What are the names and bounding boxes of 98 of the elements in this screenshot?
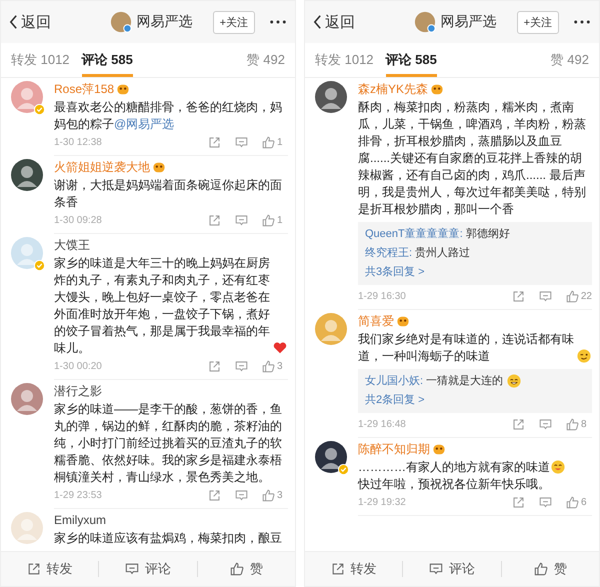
share-icon[interactable] [512,496,525,508]
comment-icon [124,562,139,576]
thumbs-up-icon[interactable] [262,136,275,148]
more-icon[interactable] [573,19,591,25]
action-button[interactable]: 评论 [99,559,197,579]
reply-text: 一猜就是大连的 [426,374,504,389]
reply-user[interactable]: QueenT童童童童童: [365,226,463,243]
comment-icon[interactable] [538,290,552,302]
like-count: 3 [277,490,283,500]
tab[interactable]: 评论 585 [386,43,437,77]
badge-icon [153,162,165,172]
follow-button[interactable]: +关注 [212,10,255,34]
comment-icon[interactable] [539,496,552,508]
comment-time: 1-30 00:20 [54,360,102,372]
like-count: 1 [277,214,283,226]
like-count: 6 [581,496,587,508]
smile-emoji-icon [551,460,565,474]
thumbs-up-icon[interactable] [262,488,275,502]
comment-icon[interactable] [235,136,248,148]
avatar[interactable] [315,81,347,113]
comment-text: 快过年啦，预祝祝各位新年快乐哦。 [358,476,550,493]
back-button[interactable]: 返回 [313,12,355,32]
account-name: 网易严选 [136,13,193,31]
user-name[interactable]: 潜行之影 [54,382,102,400]
user-name[interactable]: Emilyxum [54,513,106,527]
more-icon[interactable] [269,19,287,25]
action-button[interactable]: 赞 [502,559,599,579]
back-button[interactable]: 返回 [9,12,51,32]
comment-text: 谢谢，大抵是妈妈端着面条碗逗你起床的面条香 [54,177,283,211]
mention-link[interactable]: @网易严选 [114,117,174,131]
share-icon[interactable] [512,418,525,430]
like-count: 22 [580,290,592,302]
comment-text: 最喜欢老公的糖醋排骨，爸爸的红烧肉，妈妈包的粽子@网易严选 [54,99,283,133]
badge-icon [431,84,444,94]
action-button[interactable]: 转发 [1,559,98,579]
comment-time: 1-29 19:32 [358,496,406,508]
reply-user[interactable]: 终究程王: [365,245,412,262]
account-avatar [110,11,132,33]
comment-text: …………有家人的地方就有家的味道 [358,459,550,476]
tab[interactable]: 转发 1012 [315,43,374,77]
account-name: 网易严选 [440,13,497,31]
action-button[interactable]: 转发 [305,559,402,579]
comment-text: 我们家乡绝对是有味道的，连说话都有味道，一种叫海蛎子的味道 [358,331,575,365]
heart-icon [273,341,287,355]
share-icon [26,562,41,576]
avatar[interactable] [315,441,347,473]
tab[interactable]: 赞 492 [246,43,285,77]
comment-text: 酥肉，梅菜扣肉，粉蒸肉，糯米肉，煮南瓜，儿菜，干锅鱼，啤酒鸡，羊肉粉，粉蒸排骨，折耳根炒腊肉，蒸腊肠以及血豆腐......关键还有自家磨的豆花拌上香辣的胡辣椒酱，还有自己卤的肉，鸡爪...... 最后声明，我是贵州人，每次过年都美美哒，特别是折耳根炒腊肉，那叫一个香 [358,99,587,218]
like-count: 8 [581,418,587,430]
wink-emoji-icon [577,349,591,363]
like-count: 1 [277,136,283,148]
user-name[interactable]: 大馍王 [54,236,90,254]
action-button[interactable]: 赞 [198,559,295,579]
thumbs-up-icon[interactable] [566,290,579,302]
share-icon[interactable] [208,214,221,226]
comment-icon[interactable] [235,214,248,226]
reply-text: 郭德纲好 [466,226,510,242]
avatar[interactable] [11,159,43,191]
share-icon [330,562,345,576]
account-avatar [414,11,436,33]
action-button[interactable]: 评论 [403,559,501,579]
follow-button[interactable]: +关注 [516,10,559,34]
comment-time: 1-30 09:28 [54,214,102,226]
reply-text: 贵州人路过 [415,246,470,261]
share-icon[interactable] [208,360,221,372]
comment-text: 家乡的味道——是李干的酸，葱饼的香，鱼丸的弹，锅边的鲜，红酥肉的脆，茶籽油的纯，小时打门前经过挑着买的豆渣丸子的软糯香脆、依然好味。我的家乡是福建永泰梧桐镇潼关村，青山绿水，景色秀美之地。 [54,401,283,486]
back-icon [9,14,18,30]
comment-time: 1-29 16:30 [358,290,406,302]
thumbs-up-icon[interactable] [566,418,579,430]
more-replies-link[interactable]: 共2条回复 > [365,392,425,409]
badge-icon [433,444,445,454]
badge-icon [397,316,409,326]
tab[interactable]: 转发 1012 [11,43,70,77]
back-icon [313,14,322,30]
badge-icon [117,84,130,94]
thumbs-up-icon[interactable] [262,214,275,226]
share-icon[interactable] [208,136,221,148]
comment-icon[interactable] [235,488,248,502]
thumbs-up-icon[interactable] [566,496,579,508]
thumbs-up-icon[interactable] [262,360,275,372]
comment-icon[interactable] [235,360,248,372]
comment-time: 1-30 12:38 [54,136,102,148]
comment-icon[interactable] [539,418,552,430]
grin-emoji-icon [507,374,522,388]
share-icon[interactable] [512,290,525,302]
thumbs-up-icon [534,562,548,576]
tab[interactable]: 评论 585 [82,43,133,77]
comment-text: 家乡的味道应该有盐焗鸡，梅菜扣肉，酿豆 [54,530,283,547]
share-icon[interactable] [208,488,221,502]
comment-text: 家乡的味道是大年三十的晚上妈妈在厨房炸的丸子，有素丸子和肉丸子，还有红枣大馒头，晚上包好一桌饺子，零点老爸在外面准时放开年炮，一盘饺子下锅，煮好的饺子冒着热气，那是属于我最幸福的年味儿。 [54,255,271,357]
more-replies-link[interactable]: 共3条回复 > [365,264,425,281]
thumbs-up-icon [230,562,244,576]
tab[interactable]: 赞 492 [550,43,589,77]
reply-user[interactable]: 女儿国小妖: [365,373,424,390]
comment-time: 1-29 23:53 [54,490,102,500]
comment-icon [428,562,443,576]
comment-time: 1-29 16:48 [358,418,406,430]
like-count: 3 [277,360,283,372]
